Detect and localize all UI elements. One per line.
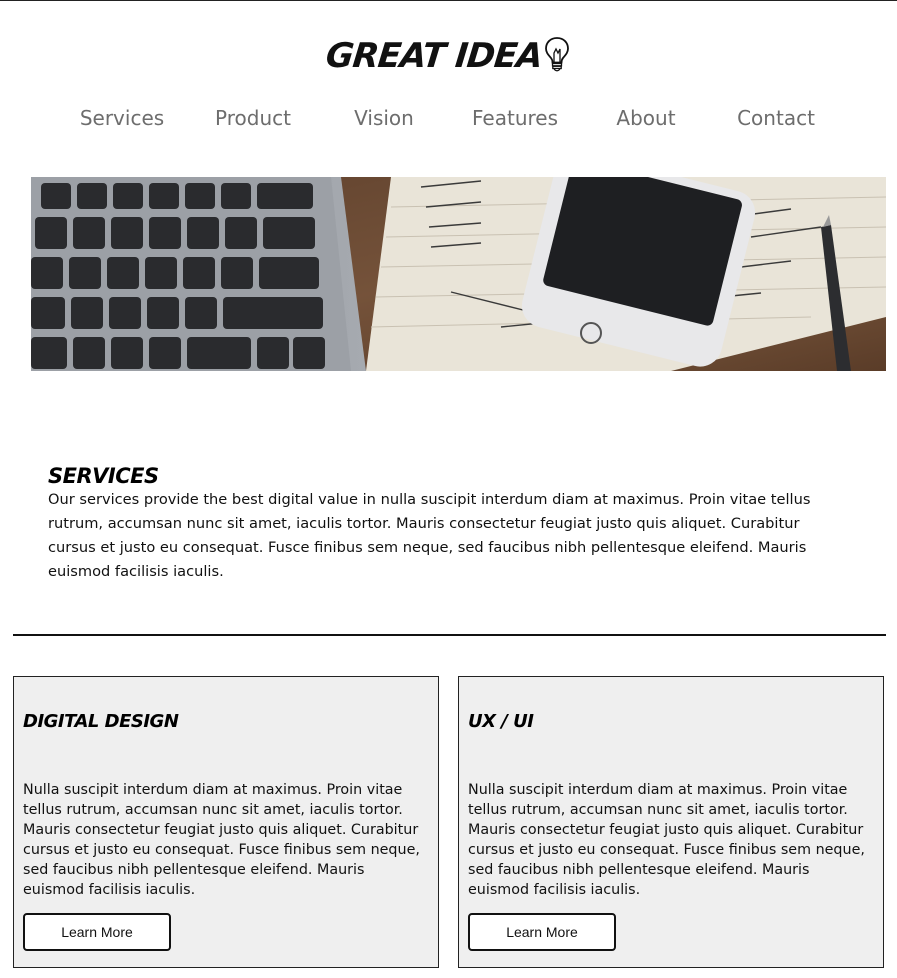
top-border <box>0 0 897 1</box>
card-title: DIGITAL DESIGN <box>23 711 179 732</box>
nav-item-services[interactable]: Services <box>80 106 164 130</box>
lightbulb-icon <box>545 37 570 72</box>
card-title: UX / UI <box>468 711 534 732</box>
card-ux-ui: UX / UI Nulla suscipit interdum diam at … <box>458 676 884 968</box>
logo[interactable]: GREAT IDEA <box>0 36 897 76</box>
card-description: Nulla suscipit interdum diam at maximus.… <box>23 782 420 898</box>
nav-item-vision[interactable]: Vision <box>354 106 414 130</box>
nav-item-features[interactable]: Features <box>472 106 558 130</box>
services-title: SERVICES <box>48 464 159 489</box>
learn-more-button[interactable]: Learn More <box>23 913 171 951</box>
hero-image <box>31 177 886 371</box>
card-description: Nulla suscipit interdum diam at maximus.… <box>468 782 865 898</box>
card-digital-design: DIGITAL DESIGN Nulla suscipit interdum d… <box>13 676 439 968</box>
section-divider <box>13 634 886 636</box>
services-description: Our services provide the best digital va… <box>48 491 811 580</box>
learn-more-button[interactable]: Learn More <box>468 913 616 951</box>
nav-item-about[interactable]: About <box>616 106 675 130</box>
nav-item-product[interactable]: Product <box>215 106 291 130</box>
hero-illustration <box>31 177 886 371</box>
main-nav: Services Product Vision Features About C… <box>0 106 897 136</box>
nav-item-contact[interactable]: Contact <box>737 106 815 130</box>
logo-text: GREAT IDEA <box>323 36 544 76</box>
